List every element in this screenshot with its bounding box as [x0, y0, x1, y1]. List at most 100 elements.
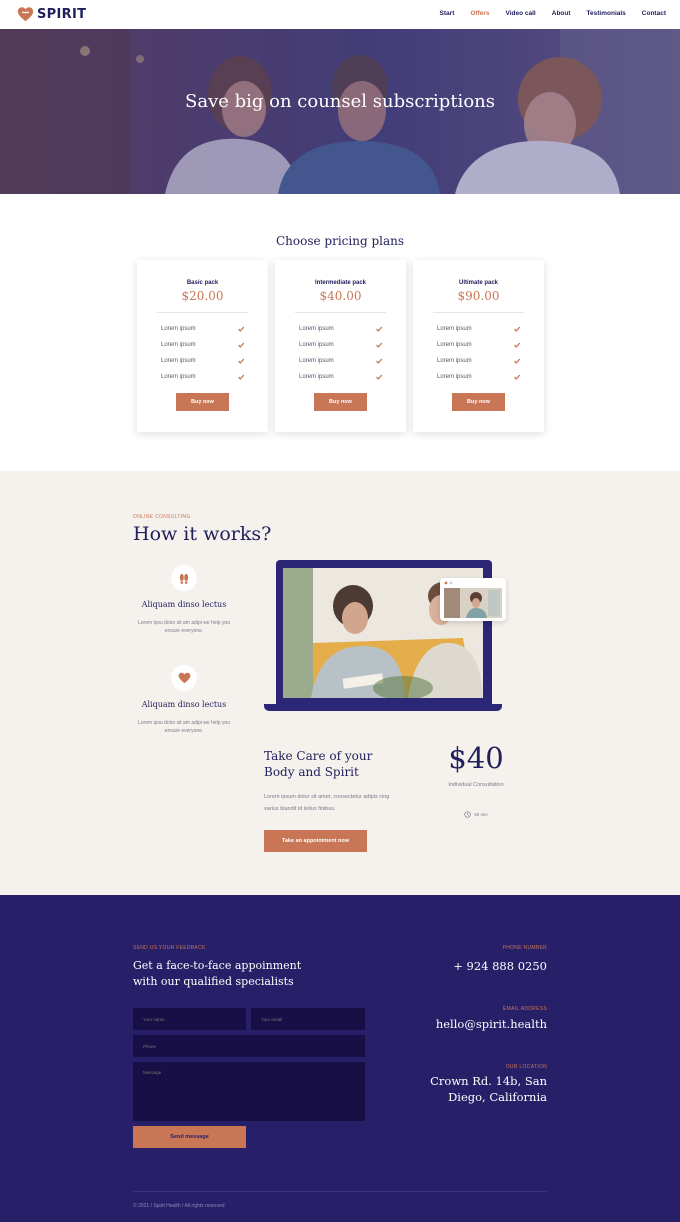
check-icon — [238, 374, 245, 380]
feature-label: Lorem ipsum — [161, 342, 196, 348]
plan-feature: Lorem ipsum — [299, 373, 383, 381]
logo-text: SPIRIT — [37, 7, 87, 22]
check-icon — [514, 326, 521, 332]
logo[interactable]: SPIRIT — [17, 6, 86, 23]
hero-title: Save big on counsel subscriptions — [185, 91, 495, 112]
plan-feature: Lorem ipsum — [437, 357, 521, 365]
plan-feature: Lorem ipsum — [299, 357, 383, 365]
feature-label: Lorem ipsum — [437, 326, 472, 332]
duration-label: 50 min — [474, 812, 488, 817]
nav-offers[interactable]: Offers — [470, 10, 489, 17]
divider — [433, 312, 524, 313]
feature-desc: Lorem ipsu dolor sit am adipi we help yo… — [138, 720, 230, 734]
check-icon — [514, 342, 521, 348]
plan-feature: Lorem ipsum — [299, 341, 383, 349]
phone-number[interactable]: + 924 888 0250 — [453, 958, 547, 974]
plan-feature: Lorem ipsum — [161, 341, 245, 349]
feature-label: Lorem ipsum — [299, 342, 334, 348]
consultation-duration: 50 min — [440, 811, 512, 818]
divider — [157, 312, 248, 313]
check-icon — [514, 374, 521, 380]
message-field[interactable] — [133, 1062, 365, 1121]
how-it-works-section: ONLINE CONSULTING How it works? Aliquam … — [0, 471, 680, 895]
feature-label: Lorem ipsum — [437, 374, 472, 380]
plan-feature: Lorem ipsum — [437, 341, 521, 349]
check-icon — [376, 326, 383, 332]
location-address: Crown Rd. 14b, San Diego, California — [430, 1074, 547, 1104]
plan-feature: Lorem ipsum — [161, 325, 245, 333]
location-label: OUR LOCATION — [505, 1064, 547, 1070]
site-header: SPIRIT Start Offers Video call About Tes… — [0, 0, 680, 29]
pricing-card-ultimate: Ultimate pack $90.00 Lorem ipsum Lorem i… — [413, 260, 544, 432]
phone-field[interactable] — [133, 1035, 365, 1057]
feature-desc: Lorem ipsu dolor sit am adipi we help yo… — [138, 620, 230, 634]
pricing-card-basic: Basic pack $20.00 Lorem ipsum Lorem ipsu… — [137, 260, 268, 432]
check-icon — [376, 374, 383, 380]
plan-feature: Lorem ipsum — [437, 325, 521, 333]
feature-label: Lorem ipsum — [437, 358, 472, 364]
check-icon — [514, 358, 521, 364]
feature-label: Lorem ipsum — [437, 342, 472, 348]
consultation-type: Individual Consultation — [448, 782, 504, 788]
care-title: Take Care of your Body and Spirit — [264, 749, 373, 779]
contact-eyebrow: SEND US YOUR FEEDBACK — [133, 945, 206, 951]
send-message-button[interactable]: Send message — [133, 1126, 246, 1148]
feature-label: Lorem ipsum — [161, 326, 196, 332]
section-title: How it works? — [133, 523, 272, 545]
copyright-text: © 2021 / Spirit Health / All rights rese… — [133, 1203, 225, 1209]
heart-logo-icon — [17, 7, 34, 22]
feature-title: Aliquam dinso lectus — [141, 700, 227, 709]
feature-label: Lorem ipsum — [161, 358, 196, 364]
plan-feature: Lorem ipsum — [161, 357, 245, 365]
nav-about[interactable]: About — [552, 10, 571, 17]
plan-feature: Lorem ipsum — [161, 373, 245, 381]
buy-now-button[interactable]: Buy now — [452, 393, 505, 411]
check-icon — [238, 358, 245, 364]
footer-divider — [133, 1191, 547, 1192]
consultation-price: $40 — [448, 741, 504, 775]
email-label: EMAIL ADDRESS — [502, 1006, 547, 1012]
contact-lead: Get a face-to-face appoinment with our q… — [133, 959, 302, 988]
plan-feature: Lorem ipsum — [299, 325, 383, 333]
contact-section: SEND US YOUR FEEDBACK Get a face-to-face… — [0, 895, 680, 1222]
feature-label: Lorem ipsum — [299, 374, 334, 380]
nav-contact[interactable]: Contact — [642, 10, 666, 17]
buy-now-button[interactable]: Buy now — [314, 393, 367, 411]
plan-price: $40.00 — [319, 289, 362, 303]
email-address[interactable]: hello@spirit.health — [436, 1016, 547, 1032]
feature-label: Lorem ipsum — [161, 374, 196, 380]
nav-start[interactable]: Start — [440, 10, 455, 17]
clock-icon — [464, 811, 471, 818]
take-appointment-button[interactable]: Take an appointment now — [264, 830, 367, 852]
care-description: Lorem ipsum dolor sit amet, consectetur … — [264, 794, 390, 812]
check-icon — [238, 326, 245, 332]
feet-icon — [171, 565, 197, 591]
nav-testimonials[interactable]: Testimonials — [587, 10, 626, 17]
email-field[interactable] — [251, 1008, 365, 1030]
feature-label: Lorem ipsum — [299, 358, 334, 364]
name-field[interactable] — [133, 1008, 246, 1030]
check-icon — [238, 342, 245, 348]
check-icon — [376, 358, 383, 364]
pricing-title: Choose pricing plans — [275, 234, 405, 248]
picture-in-picture — [440, 578, 506, 621]
feature-item: Aliquam dinso lectus Lorem ipsu dolor si… — [133, 565, 235, 635]
plan-feature: Lorem ipsum — [437, 373, 521, 381]
plan-price: $20.00 — [181, 289, 224, 303]
main-nav: Start Offers Video call About Testimonia… — [440, 10, 666, 17]
plan-name: Intermediate pack — [314, 280, 367, 286]
laptop-base — [264, 704, 502, 711]
check-icon — [376, 342, 383, 348]
feature-title: Aliquam dinso lectus — [141, 600, 227, 609]
plan-price: $90.00 — [457, 289, 500, 303]
phone-label: PHONE NUMBER — [502, 945, 547, 951]
divider — [295, 312, 386, 313]
plan-name: Ultimate pack — [458, 280, 498, 286]
buy-now-button[interactable]: Buy now — [176, 393, 229, 411]
heart-icon — [171, 665, 197, 691]
pricing-card-intermediate: Intermediate pack $40.00 Lorem ipsum Lor… — [275, 260, 406, 432]
feature-label: Lorem ipsum — [299, 326, 334, 332]
nav-video-call[interactable]: Video call — [506, 10, 536, 17]
section-eyebrow: ONLINE CONSULTING — [133, 514, 191, 520]
plan-name: Basic pack — [186, 280, 219, 286]
